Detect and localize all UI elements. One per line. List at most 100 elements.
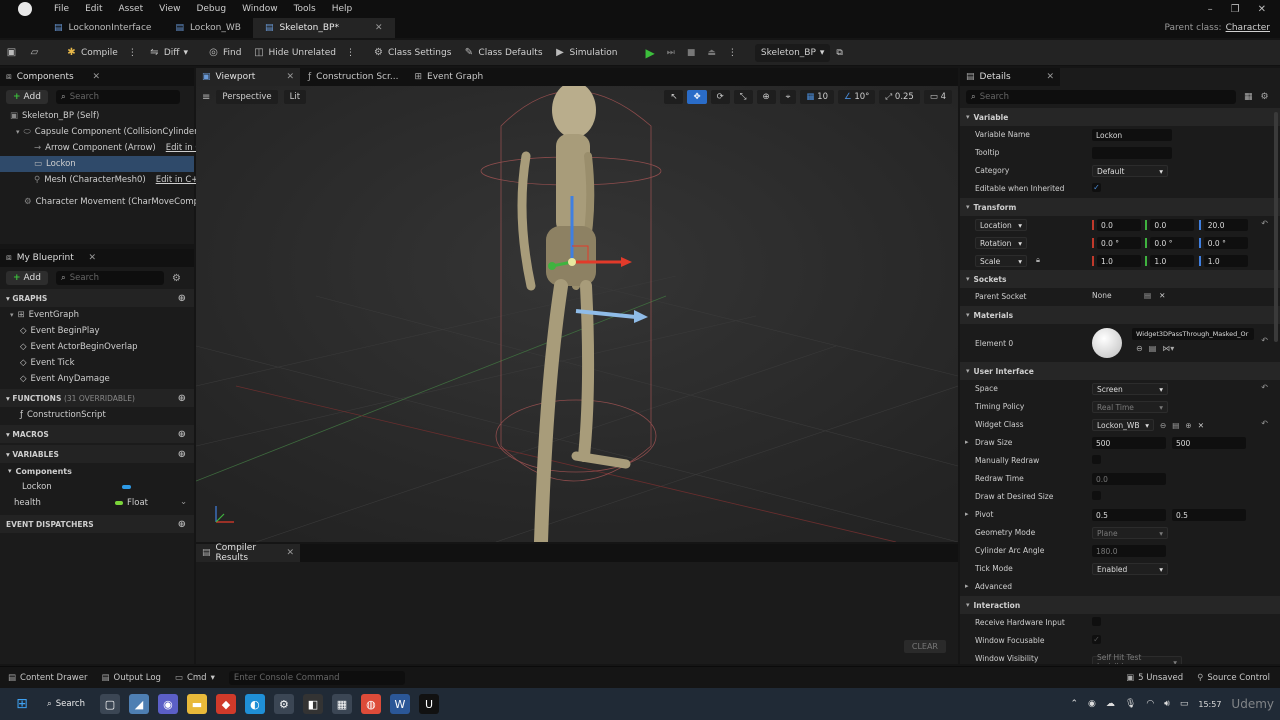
browse-socket-icon[interactable]: ▤ bbox=[1144, 291, 1151, 300]
chevron-down-icon[interactable]: ⌄ bbox=[180, 497, 187, 507]
draw-size-x-input[interactable]: 500 bbox=[1092, 437, 1166, 449]
microphone-icon[interactable]: 🎙︎ bbox=[1125, 699, 1136, 709]
add-macro-icon[interactable]: ⊕ bbox=[178, 429, 186, 440]
tab-lockonon-interface[interactable]: ▤ LockononInterface bbox=[42, 18, 163, 38]
compile-button[interactable]: ✱ Compile ⋮ bbox=[60, 40, 143, 66]
tab-lockon-wb[interactable]: ▤ Lockon_WB bbox=[163, 18, 253, 38]
window-visibility-dropdown[interactable]: Self Hit Test Invisible▾ bbox=[1092, 653, 1182, 664]
graphs-section[interactable]: ▾ GRAPHS ⊕ bbox=[0, 289, 194, 307]
tab-construction-script[interactable]: ƒ Construction Scr... bbox=[300, 68, 406, 86]
browse-icon[interactable]: ▤ bbox=[1149, 344, 1157, 353]
menu-window[interactable]: Window bbox=[234, 4, 286, 14]
volume-icon[interactable]: 🔊︎ bbox=[1164, 699, 1170, 709]
eject-button[interactable]: ⏏ bbox=[701, 40, 722, 66]
details-tab[interactable]: ▤ Details ✕ bbox=[960, 68, 1060, 86]
store-icon[interactable]: ▦ bbox=[331, 694, 352, 714]
stop-button[interactable]: ■ bbox=[681, 40, 702, 66]
close-panel-icon[interactable]: ✕ bbox=[88, 253, 96, 263]
play-options-button[interactable]: ⋮ bbox=[722, 40, 743, 66]
transform-section[interactable]: ▾ Transform bbox=[960, 198, 1280, 216]
blueprint-search-input[interactable]: ⌕ Search bbox=[55, 271, 164, 285]
unreal-logo-icon[interactable] bbox=[18, 2, 32, 16]
reset-icon[interactable]: ↶ bbox=[1261, 219, 1268, 228]
add-new-icon[interactable]: ⊕ bbox=[1185, 421, 1191, 430]
redraw-time-input[interactable]: 0.0 bbox=[1092, 473, 1166, 485]
scale-y-input[interactable]: 1.0 bbox=[1150, 255, 1195, 267]
clear-socket-icon[interactable]: ✕ bbox=[1159, 291, 1165, 300]
browse-debug-button[interactable]: ⧉ bbox=[830, 40, 848, 66]
close-tab-icon[interactable]: ✕ bbox=[375, 23, 383, 33]
add-member-button[interactable]: + Add bbox=[6, 271, 48, 285]
app-icon[interactable]: ◢ bbox=[128, 694, 149, 714]
location-x-input[interactable]: 0.0 bbox=[1097, 219, 1141, 231]
tooltip-input[interactable] bbox=[1092, 147, 1172, 159]
select-mode-icon[interactable]: ↖ bbox=[664, 90, 684, 104]
geometry-mode-dropdown[interactable]: Plane ▾ bbox=[1092, 527, 1168, 539]
sockets-section[interactable]: ▾ Sockets bbox=[960, 270, 1280, 288]
scale-mode-dropdown[interactable]: Scale ▾ bbox=[975, 255, 1027, 267]
camera-speed-button[interactable]: ▭ 4 bbox=[923, 90, 952, 104]
reset-icon[interactable]: ↶ bbox=[1261, 383, 1268, 392]
event-graph-item[interactable]: ▾ ⊞ EventGraph bbox=[0, 307, 194, 323]
rotation-y-input[interactable]: 0.0 ° bbox=[1150, 237, 1195, 249]
materials-section[interactable]: ▾ Materials bbox=[960, 306, 1280, 324]
grid-snap-button[interactable]: ▦ 10 bbox=[800, 90, 834, 104]
add-function-icon[interactable]: ⊕ bbox=[178, 393, 186, 404]
windows-start-icon[interactable]: ⊞ bbox=[12, 694, 32, 714]
component-arrow[interactable]: → Arrow Component (Arrow) Edit in C++ bbox=[0, 140, 216, 156]
onedrive-icon[interactable]: ☁ bbox=[1106, 699, 1115, 709]
task-view-icon[interactable]: ▢ bbox=[99, 694, 120, 714]
scale-x-input[interactable]: 1.0 bbox=[1097, 255, 1141, 267]
console-command-input[interactable]: Enter Console Command bbox=[228, 670, 405, 685]
cylinder-arc-input[interactable]: 180.0 bbox=[1092, 545, 1166, 557]
close-panel-icon[interactable]: ✕ bbox=[92, 72, 100, 82]
file-explorer-icon[interactable]: ▬ bbox=[186, 694, 207, 714]
menu-view[interactable]: View bbox=[151, 4, 188, 14]
gear-icon[interactable]: ⚙ bbox=[1261, 92, 1269, 102]
close-tab-icon[interactable]: ✕ bbox=[286, 72, 294, 82]
diff-button[interactable]: ⇋ Diff ▾ bbox=[143, 40, 194, 66]
chevron-right-icon[interactable]: ▸ bbox=[965, 510, 969, 518]
tab-event-graph[interactable]: ⊞ Event Graph bbox=[406, 68, 491, 86]
scale-snap-button[interactable]: ⤢ 0.25 bbox=[879, 90, 920, 104]
add-dispatcher-icon[interactable]: ⊕ bbox=[178, 519, 186, 530]
property-matrix-icon[interactable]: ▦ bbox=[1244, 92, 1253, 102]
lit-button[interactable]: Lit bbox=[283, 90, 307, 104]
step-button[interactable]: ⏭ bbox=[661, 40, 681, 66]
component-mesh[interactable]: ⚲ Mesh (CharacterMesh0) Edit in C++ bbox=[0, 172, 206, 188]
details-search-input[interactable]: ⌕ Search bbox=[966, 90, 1236, 104]
chrome-icon[interactable]: ◍ bbox=[360, 694, 381, 714]
edge-icon[interactable]: ◐ bbox=[244, 694, 265, 714]
content-drawer-button[interactable]: ▤ Content Drawer bbox=[8, 673, 87, 683]
add-graph-icon[interactable]: ⊕ bbox=[178, 293, 186, 304]
use-selected-icon[interactable]: ⊖ bbox=[1160, 421, 1166, 430]
clock[interactable]: 15:57 bbox=[1198, 700, 1221, 709]
close-panel-icon[interactable]: ✕ bbox=[1046, 72, 1054, 82]
rotate-mode-icon[interactable]: ⟳ bbox=[710, 90, 730, 104]
event-tick[interactable]: ◇ Event Tick bbox=[0, 355, 194, 371]
chevron-right-icon[interactable]: ▸ bbox=[965, 438, 969, 446]
menu-edit[interactable]: Edit bbox=[77, 4, 110, 14]
details-scrollbar[interactable] bbox=[1274, 112, 1278, 342]
battery-icon[interactable]: ▭ bbox=[1180, 699, 1189, 709]
save-button[interactable]: ▣ bbox=[0, 40, 23, 66]
window-close-icon[interactable]: ✕ bbox=[1258, 4, 1266, 15]
menu-file[interactable]: File bbox=[46, 4, 77, 14]
perspective-button[interactable]: Perspective bbox=[216, 90, 278, 104]
event-dispatchers-section[interactable]: EVENT DISPATCHERS ⊕ bbox=[0, 515, 194, 533]
lock-icon[interactable]: 🔒︎ bbox=[1036, 255, 1040, 265]
viewport[interactable]: ≡ Perspective Lit ↖ ✥ ⟳ ⤡ ⊕ ⌖ ▦ 10 ∠ 10°… bbox=[196, 86, 958, 542]
wifi-icon[interactable]: ◠ bbox=[1146, 699, 1154, 709]
component-lockon[interactable]: ▭ Lockon bbox=[0, 156, 194, 172]
variable-section[interactable]: ▾ Variable bbox=[960, 108, 1280, 126]
parent-class-link[interactable]: Character bbox=[1226, 23, 1270, 33]
tick-mode-dropdown[interactable]: Enabled ▾ bbox=[1092, 563, 1168, 575]
rotation-z-input[interactable]: 0.0 ° bbox=[1203, 237, 1248, 249]
word-icon[interactable]: W bbox=[389, 694, 410, 714]
advanced-row[interactable]: ▸ Advanced bbox=[960, 578, 1280, 596]
output-log-button[interactable]: ▤ Output Log bbox=[101, 673, 160, 683]
menu-asset[interactable]: Asset bbox=[111, 4, 152, 14]
pivot-x-input[interactable]: 0.5 bbox=[1092, 509, 1166, 521]
reset-icon[interactable]: ↶ bbox=[1261, 336, 1268, 345]
component-capsule[interactable]: ▾ ⬭ Capsule Component (CollisionCylinder… bbox=[0, 124, 201, 140]
